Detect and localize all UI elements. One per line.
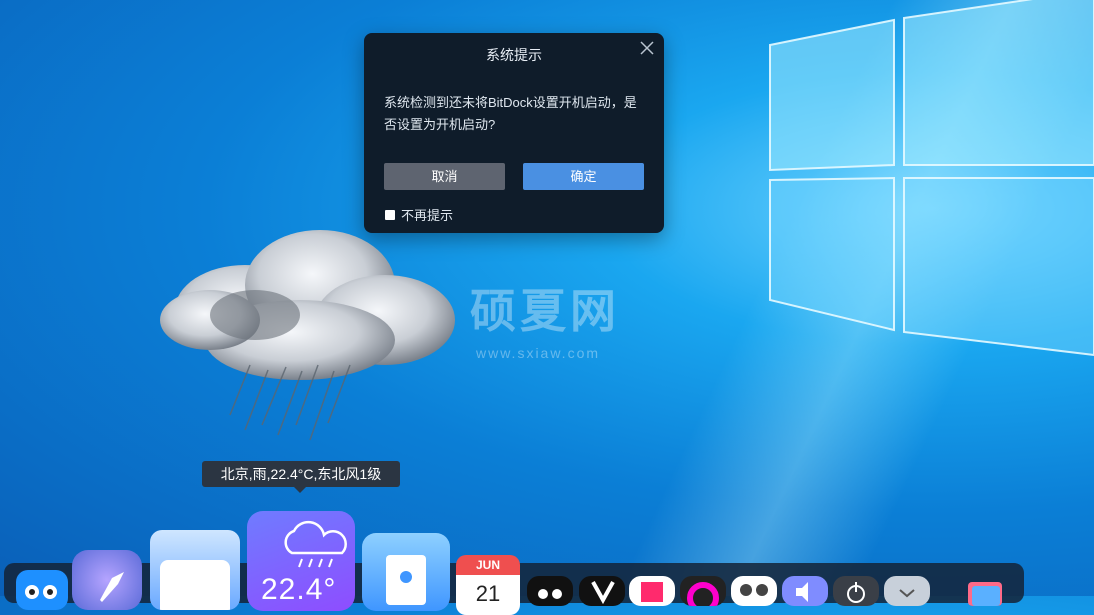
finder-icon[interactable] <box>16 570 68 610</box>
watermark-url: www.sxiaw.com <box>476 345 601 361</box>
system-prompt-dialog: 系统提示 系统检测到还未将BitDock设置开机启动，是否设置为开机启动? 取消… <box>364 33 664 233</box>
color-wheel-icon[interactable] <box>680 576 726 606</box>
eye-app-icon[interactable] <box>527 576 573 606</box>
dont-show-again-row[interactable]: 不再提示 <box>385 205 453 224</box>
calendar-icon[interactable]: JUN 21 <box>456 555 520 615</box>
launchpad-rocket-icon[interactable] <box>72 550 142 610</box>
dont-show-again-label: 不再提示 <box>401 208 454 223</box>
weather-tooltip: 北京,雨,22.4°C,东北风1级 <box>202 461 400 493</box>
ok-button[interactable]: 确定 <box>523 163 644 190</box>
cancel-button[interactable]: 取消 <box>384 163 505 190</box>
close-icon[interactable] <box>638 40 656 58</box>
rain-icon <box>284 520 347 568</box>
files-stack-icon[interactable] <box>150 530 240 610</box>
power-icon[interactable] <box>833 576 879 606</box>
watermark: 硕夏网 www.sxiaw.com <box>470 275 620 361</box>
pinkapp-icon[interactable] <box>629 576 675 606</box>
weather-widget-tile[interactable]: 22.4° <box>247 511 355 611</box>
dont-show-again-checkbox[interactable] <box>385 209 395 220</box>
calendar-month: JUN <box>456 555 520 575</box>
dialog-title: 系统提示 <box>486 47 542 63</box>
folder-icon[interactable] <box>962 576 1008 606</box>
volume-icon[interactable] <box>782 576 828 606</box>
rain-cloud-icon <box>160 230 455 441</box>
watermark-title: 硕夏网 <box>470 285 620 337</box>
dialog-message: 系统检测到还未将BitDock设置开机启动，是否设置为开机启动? <box>384 95 637 132</box>
calculator-icon[interactable] <box>731 576 777 606</box>
capcut-icon[interactable] <box>579 576 625 606</box>
expand-icon[interactable] <box>884 576 930 606</box>
windows-logo <box>769 0 1094 357</box>
weather-tile-temp: 22.4° <box>261 573 337 606</box>
calendar-day: 21 <box>456 575 520 615</box>
app-store-bag-icon[interactable] <box>362 533 450 611</box>
